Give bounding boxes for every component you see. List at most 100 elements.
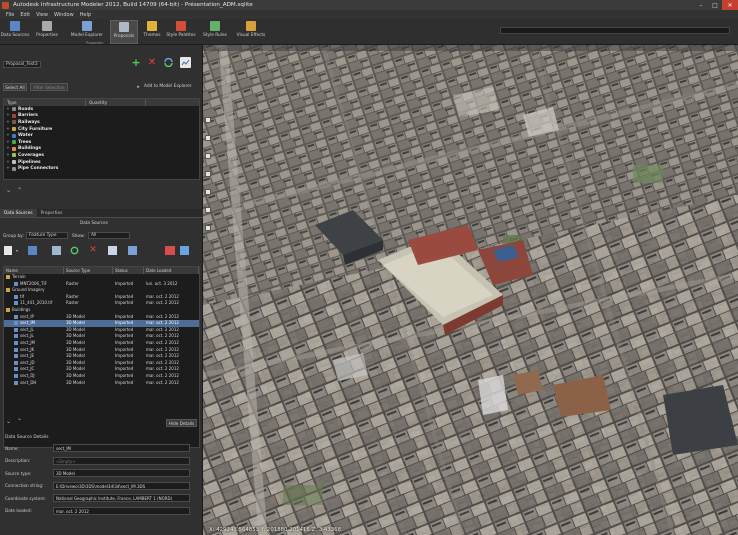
table-row[interactable]: sect_JM 3D Model Imported mar. oct. 2 2012: [4, 340, 199, 347]
expand-icon[interactable]: +: [6, 153, 10, 158]
export-icon[interactable]: [108, 246, 117, 255]
chevron-up-icon[interactable]: ⌃: [17, 418, 22, 425]
table-row[interactable]: Buildings: [4, 307, 199, 314]
tree-item[interactable]: + Buildings: [4, 146, 199, 153]
tree-item[interactable]: + Pipe Connectors: [4, 165, 199, 172]
expand-icon[interactable]: +: [6, 113, 10, 118]
configure-icon[interactable]: [52, 246, 61, 255]
detail-value-field[interactable]: 3D Model: [53, 469, 190, 478]
tree-item[interactable]: + Trees: [4, 139, 199, 146]
tree-item[interactable]: + Railways: [4, 119, 199, 126]
expand-icon[interactable]: +: [6, 166, 10, 171]
table-row[interactable]: tif Raster Imported mar. oct. 2 2012: [4, 294, 199, 301]
menu-help[interactable]: Help: [80, 12, 91, 18]
minimize-button[interactable]: –: [694, 0, 708, 10]
fly-icon[interactable]: [205, 207, 211, 213]
add-icon[interactable]: +: [131, 56, 141, 69]
dropdown-arrow-icon[interactable]: ▾: [15, 248, 19, 253]
table-row[interactable]: sect_IP 3D Model Imported mar. oct. 2 2012: [4, 314, 199, 321]
table-row[interactable]: sect_DH 3D Model Imported mar. oct. 2 2012: [4, 380, 199, 387]
ribbon-properties-button[interactable]: Properties: [33, 20, 61, 44]
tree-item[interactable]: + Pipelines: [4, 159, 199, 166]
ribbon-proposals-button[interactable]: Proposals: [110, 20, 138, 44]
tab-data-sources[interactable]: Data Sources: [0, 209, 37, 217]
table-row[interactable]: sect_JL 3D Model Imported mar. oct. 2 2012: [4, 333, 199, 340]
expand-icon[interactable]: +: [6, 127, 10, 132]
new-document-icon[interactable]: [4, 246, 12, 255]
walk-icon[interactable]: [205, 189, 211, 195]
menu-window[interactable]: Window: [54, 12, 74, 18]
ribbon-search-box[interactable]: [500, 27, 730, 34]
table-row[interactable]: sect_JC 3D Model Imported mar. oct. 2 2012: [4, 366, 199, 373]
detail-value-field[interactable]: National Geographic Institute, France, L…: [53, 494, 190, 503]
detail-value-field[interactable]: mar. oct. 2 2012: [53, 506, 190, 515]
chevron-up-icon[interactable]: ⌃: [17, 187, 22, 194]
tree-item[interactable]: + Roads: [4, 106, 199, 113]
menu-view[interactable]: View: [36, 12, 48, 18]
col-date-loaded[interactable]: Date Loaded: [144, 267, 199, 274]
table-row[interactable]: sect_JE 3D Model Imported mar. oct. 2 2012: [4, 353, 199, 360]
table-row[interactable]: 11_441_2010.tif Raster Imported mar. oct. 2…: [4, 300, 199, 307]
proposal-dropdown[interactable]: Proposal_Test3: [3, 61, 41, 68]
chart-icon[interactable]: [180, 57, 191, 68]
layers-icon[interactable]: [180, 246, 189, 255]
detail-value-field[interactable]: sect_IM: [53, 444, 190, 453]
ribbon-style-rules-button[interactable]: Style Rules: [202, 20, 228, 44]
expand-icon[interactable]: +: [6, 160, 10, 165]
tree-item[interactable]: + Coverages: [4, 152, 199, 159]
hide-details-button[interactable]: Hide Details: [166, 419, 197, 427]
chevron-down-icon[interactable]: ⌄: [6, 187, 11, 194]
col-status[interactable]: Status: [113, 267, 144, 274]
pan-icon[interactable]: [205, 135, 211, 141]
add-to-model-explorer-link[interactable]: Add to Model Explorer: [144, 84, 192, 89]
maximize-button[interactable]: □: [708, 0, 722, 10]
tree-item[interactable]: + City Furniture: [4, 126, 199, 133]
expand-icon[interactable]: +: [6, 140, 10, 145]
tree-item[interactable]: + Barriers: [4, 113, 199, 120]
ribbon-themes-button[interactable]: Themes: [141, 20, 163, 44]
detail-value-field[interactable]: <Empty>: [53, 456, 190, 465]
ribbon-style-palettes-button[interactable]: Style Palettes: [166, 20, 196, 44]
group-by-dropdown[interactable]: Feature Type: [26, 232, 68, 239]
zoom-icon[interactable]: [205, 153, 211, 159]
table-row[interactable]: Terrain: [4, 274, 199, 281]
filter-icon[interactable]: [165, 246, 175, 255]
panel-splitter[interactable]: ⌄ ⌃: [0, 186, 203, 194]
expand-icon[interactable]: +: [6, 107, 10, 112]
expand-icon[interactable]: +: [6, 146, 10, 151]
table-row[interactable]: sect_IM 3D Model Imported mar. oct. 2 2012: [4, 320, 199, 327]
table-row[interactable]: sect_JK 3D Model Imported mar. oct. 2 2012: [4, 347, 199, 354]
close-source-icon[interactable]: [128, 246, 137, 255]
import-icon[interactable]: [28, 246, 37, 255]
expand-icon[interactable]: +: [6, 120, 10, 125]
menu-edit[interactable]: Edit: [20, 12, 30, 18]
tab-properties[interactable]: Properties: [37, 209, 67, 217]
chevron-down-icon[interactable]: ⌄: [6, 418, 11, 425]
orbit-icon[interactable]: [205, 117, 211, 123]
remove-source-icon[interactable]: ✕: [88, 245, 98, 255]
tree-col-quantity[interactable]: Quantity: [86, 99, 146, 106]
close-button[interactable]: ✕: [722, 0, 738, 10]
expand-icon[interactable]: +: [6, 133, 10, 138]
delete-icon[interactable]: ✕: [147, 57, 157, 68]
col-name[interactable]: Name: [4, 267, 64, 274]
3d-viewport[interactable]: X: 429243.564853 Y: 201880.201416 Z: 3.4…: [203, 45, 738, 535]
refresh-icon[interactable]: [163, 57, 173, 67]
col-source-type[interactable]: Source Type: [64, 267, 113, 274]
detail-value-field[interactable]: E:\Drivewo\3D\3DS\model3d\3d\sect_IM.3DS: [53, 481, 190, 490]
tree-col-type[interactable]: Type: [4, 99, 86, 106]
table-row[interactable]: sect_JD 3D Model Imported mar. oct. 2 2012: [4, 360, 199, 367]
table-row[interactable]: MNT2006_TIF Raster Imported lun. oct. 3 201…: [4, 281, 199, 288]
ribbon-visual-effects-button[interactable]: Visual Effects: [234, 20, 268, 44]
city-model-render[interactable]: [203, 45, 738, 535]
select-all-button[interactable]: Select All: [3, 83, 27, 91]
tree-item[interactable]: + Water: [4, 132, 199, 139]
show-dropdown[interactable]: All: [88, 232, 130, 239]
filter-selection-button[interactable]: Filter Selection: [30, 83, 68, 91]
table-row[interactable]: sect_DJ 3D Model Imported mar. oct. 2 2012: [4, 373, 199, 380]
look-icon[interactable]: [205, 171, 211, 177]
ribbon-data-sources-button[interactable]: Data Sources: [1, 20, 29, 44]
table-row[interactable]: sect_JL 3D Model Imported mar. oct. 2 2012: [4, 327, 199, 334]
menu-file[interactable]: File: [6, 12, 14, 18]
refresh-source-icon[interactable]: [69, 245, 79, 255]
